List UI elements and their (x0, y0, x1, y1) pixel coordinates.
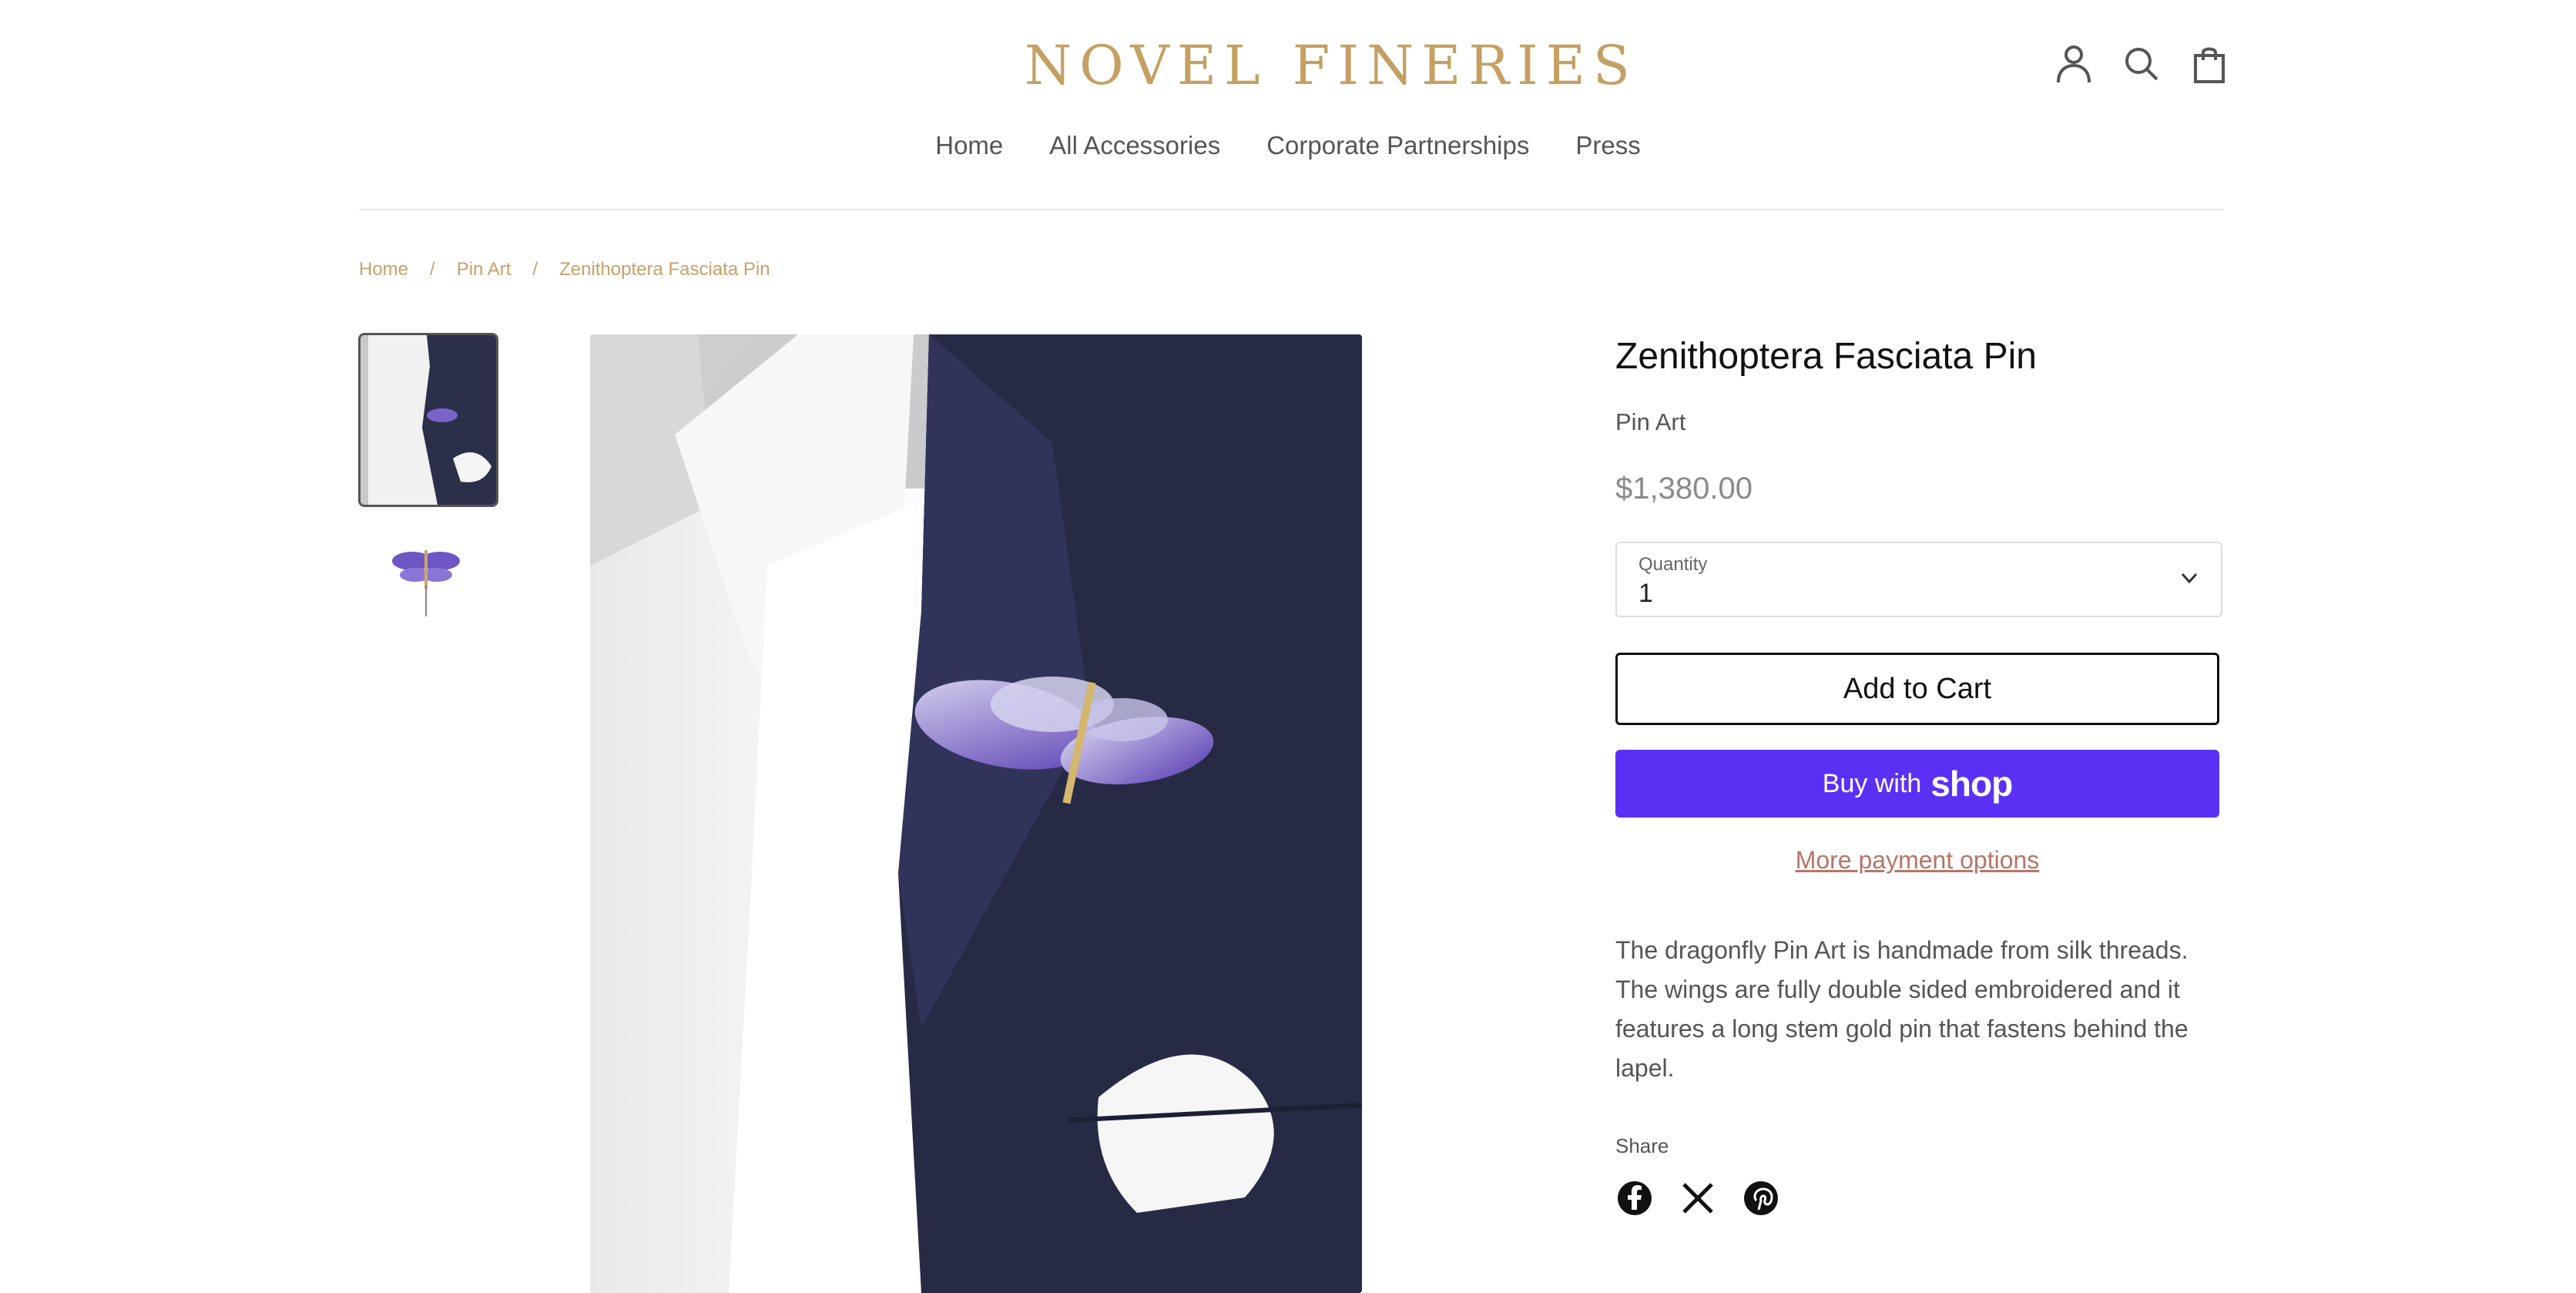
product-price: $1,380.00 (1615, 472, 1753, 505)
more-payment-options-link[interactable]: More payment options (1615, 846, 2219, 875)
x-icon[interactable] (1679, 1179, 1717, 1217)
cart-icon[interactable] (2185, 39, 2234, 89)
nav-all-accessories[interactable]: All Accessories (1049, 131, 1220, 160)
product-main-image[interactable] (590, 334, 1362, 1293)
breadcrumb-separator: / (430, 259, 435, 280)
brand-logo[interactable]: NOVEL FINERIES (1025, 31, 1630, 100)
product-title: Zenithoptera Fasciata Pin (1615, 336, 2037, 377)
breadcrumb-pin-art[interactable]: Pin Art (457, 259, 512, 280)
quantity-value: 1 (1639, 579, 1653, 608)
thumbnail-suit[interactable] (358, 333, 498, 507)
nav-corporate-partnerships[interactable]: Corporate Partnerships (1266, 131, 1529, 160)
header-icons (2049, 37, 2249, 91)
breadcrumb-home[interactable]: Home (359, 259, 408, 280)
breadcrumb-separator: / (532, 259, 538, 280)
chevron-down-icon (2178, 566, 2201, 593)
breadcrumb-current[interactable]: Zenithoptera Fasciata Pin (559, 259, 770, 280)
main-nav: Home All Accessories Corporate Partnersh… (0, 131, 2576, 160)
pinterest-icon[interactable] (1742, 1179, 1780, 1217)
breadcrumb: Home / Pin Art / Zenithoptera Fasciata P… (359, 259, 770, 280)
quantity-select[interactable]: Quantity 1 (1615, 542, 2222, 617)
nav-home[interactable]: Home (935, 131, 1003, 160)
add-to-cart-button[interactable]: Add to Cart (1615, 653, 2219, 725)
shop-logo: shop (1930, 764, 2013, 804)
quantity-label: Quantity (1639, 554, 1708, 575)
facebook-icon[interactable] (1615, 1179, 1654, 1217)
share-label: Share (1615, 1134, 1669, 1157)
buy-with-label: Buy with (1822, 768, 1922, 798)
social-share (1615, 1179, 1780, 1217)
product-vendor[interactable]: Pin Art (1615, 408, 1685, 436)
product-description: The dragonfly Pin Art is handmade from s… (1615, 936, 2189, 1082)
search-icon[interactable] (2117, 39, 2166, 89)
nav-press[interactable]: Press (1575, 131, 1640, 160)
buy-with-shop-button[interactable]: Buy with shop (1615, 750, 2219, 818)
thumbnail-dragonfly[interactable] (389, 539, 463, 624)
account-icon[interactable] (2049, 39, 2098, 89)
brand-name: NOVEL FINERIES (1025, 34, 1638, 97)
header-divider (359, 209, 2223, 210)
